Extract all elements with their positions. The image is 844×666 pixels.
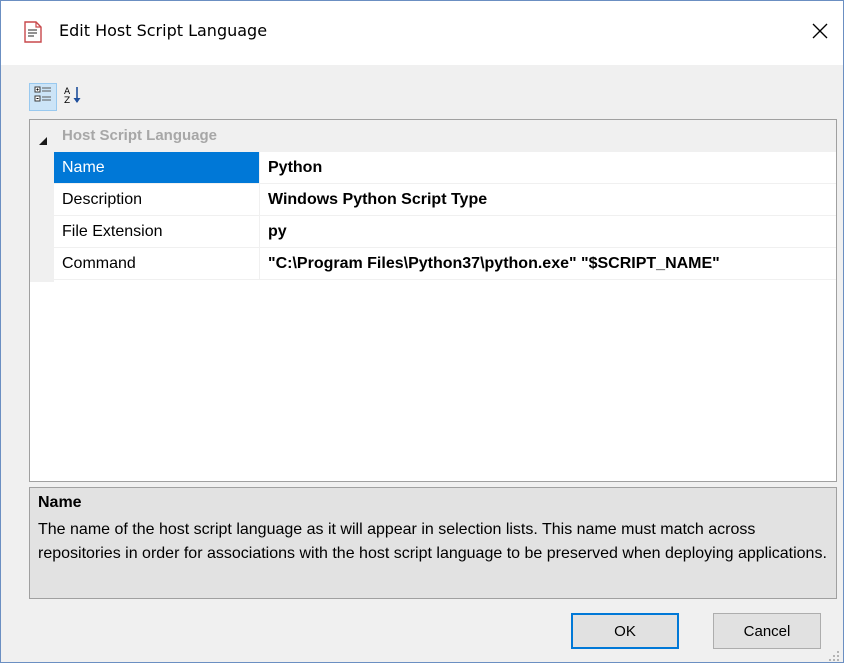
sort-alphabetical-icon: A Z [63,85,83,109]
property-row-description[interactable]: Description Windows Python Script Type [54,184,836,216]
close-button[interactable] [797,11,843,55]
help-description: The name of the host script language as … [38,521,827,562]
property-name[interactable]: Name [54,152,260,184]
categorized-view-button[interactable] [29,83,57,111]
category-label: Host Script Language [62,127,218,144]
alphabetical-sort-button[interactable]: A Z [59,83,87,111]
property-row-name[interactable]: Name Python [54,152,836,184]
categorized-view-icon [34,86,52,108]
property-value[interactable]: Windows Python Script Type [260,184,836,216]
window-title: Edit Host Script Language [59,21,268,40]
property-name[interactable]: Description [54,184,260,216]
property-row-command[interactable]: Command "C:\Program Files\Python37\pytho… [54,248,836,280]
close-icon [812,23,828,43]
property-name[interactable]: Command [54,248,260,280]
cancel-button[interactable]: Cancel [713,613,821,649]
ok-button[interactable]: OK [571,613,679,649]
property-name[interactable]: File Extension [54,216,260,248]
title-bar[interactable]: Edit Host Script Language [1,1,843,65]
collapse-triangle-icon[interactable] [38,131,48,145]
property-value[interactable]: py [260,216,836,248]
resize-grip-icon[interactable] [828,647,840,661]
property-value[interactable]: "C:\Program Files\Python37\python.exe" "… [260,248,836,280]
property-grid[interactable]: Host Script Language Name Python Descrip… [29,119,837,482]
help-panel: Name The name of the host script languag… [29,487,837,599]
help-title: Name [38,494,82,511]
property-row-file-extension[interactable]: File Extension py [54,216,836,248]
script-document-icon [23,21,43,43]
category-row[interactable]: Host Script Language [30,120,836,152]
edit-host-script-language-dialog: Edit Host Script Language A Z Host Scrip… [0,0,844,663]
property-value[interactable]: Python [260,152,836,184]
svg-text:Z: Z [64,96,70,105]
